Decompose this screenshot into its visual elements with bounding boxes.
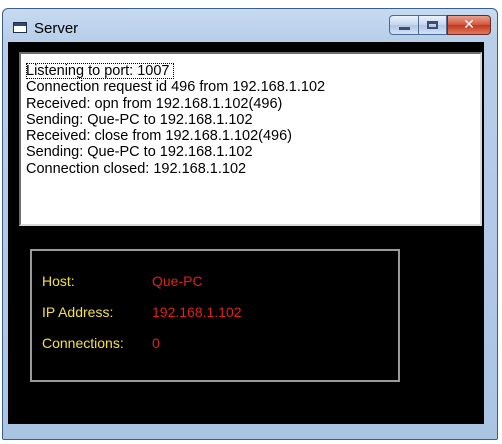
connections-value: 0: [152, 335, 160, 351]
maximize-icon: [427, 21, 438, 29]
ip-address-label: IP Address:: [42, 304, 114, 320]
log-line[interactable]: Listening to port: 1007: [26, 60, 480, 80]
close-icon: ✕: [463, 17, 475, 33]
window-title: Server: [34, 20, 79, 37]
host-label: Host:: [42, 273, 75, 289]
host-row: Host: Que-PC: [42, 273, 203, 289]
minimize-icon: [399, 27, 410, 30]
maximize-button[interactable]: [419, 15, 447, 35]
log-line[interactable]: Sending: Que-PC to 192.168.1.102: [26, 112, 480, 128]
minimize-button[interactable]: [389, 15, 419, 35]
log-listbox[interactable]: Listening to port: 1007 Connection reque…: [19, 52, 482, 226]
caption-buttons: ✕: [389, 15, 491, 35]
log-line[interactable]: Connection closed: 192.168.1.102: [26, 161, 480, 177]
server-info-panel: Host: Que-PC IP Address: 192.168.1.102 C…: [30, 249, 400, 382]
ip-address-value: 192.168.1.102: [152, 304, 242, 320]
log-line[interactable]: Received: close from 192.168.1.102(496): [26, 128, 480, 144]
log-line[interactable]: Sending: Que-PC to 192.168.1.102: [26, 144, 480, 160]
ip-row: IP Address: 192.168.1.102: [42, 304, 242, 320]
log-line[interactable]: Connection request id 496 from 192.168.1…: [26, 79, 480, 95]
app-window-icon: [13, 22, 27, 33]
host-value: Que-PC: [152, 273, 203, 289]
log-line[interactable]: Received: opn from 192.168.1.102(496): [26, 96, 480, 112]
connections-row: Connections: 0: [42, 335, 160, 351]
title-bar[interactable]: Server ✕: [3, 9, 497, 43]
log-line-text: Listening to port: 1007: [26, 63, 174, 80]
connections-label: Connections:: [42, 335, 124, 351]
close-button[interactable]: ✕: [447, 15, 491, 35]
